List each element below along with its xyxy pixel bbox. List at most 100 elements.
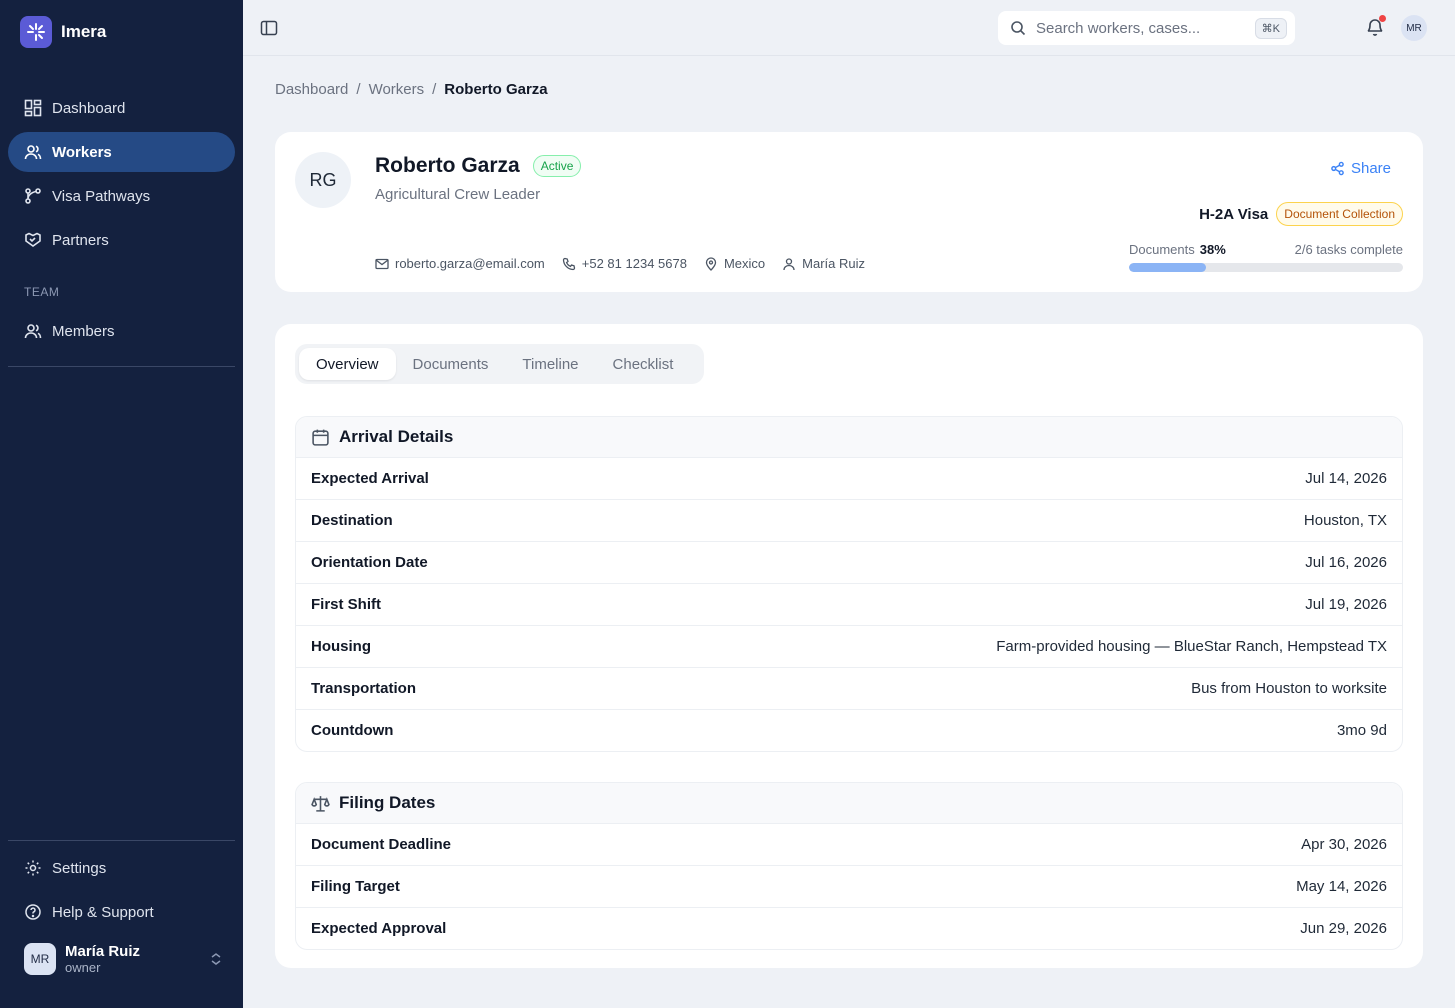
sidebar-item-label: Settings: [52, 859, 107, 877]
breadcrumb-workers[interactable]: Workers: [369, 81, 425, 98]
chevron-up-down-icon: [211, 953, 221, 965]
detail-row: Destination Houston, TX: [296, 499, 1402, 541]
handshake-icon: [25, 232, 41, 247]
phone-icon: [562, 257, 575, 270]
detail-value: Jul 16, 2026: [1305, 554, 1387, 571]
worker-country: Mexico: [723, 256, 766, 271]
detail-value: Jun 29, 2026: [1300, 920, 1387, 937]
worker-email: roberto.garza@email.com: [395, 256, 545, 271]
sidebar-item-label: Help & Support: [52, 903, 154, 921]
arrival-details-section: Arrival Details Expected Arrival Jul 14, …: [295, 416, 1403, 752]
detail-row: Filing Target May 14, 2026: [296, 865, 1402, 907]
owner-item: María Ruiz: [782, 256, 865, 271]
status-badge: Active: [532, 155, 582, 177]
detail-row: Housing Farm-provided housing — BlueStar …: [296, 625, 1402, 667]
sidebar-divider: [8, 366, 235, 367]
share-icon: [1331, 161, 1344, 176]
team-nav: Members: [8, 311, 235, 355]
scale-icon: [311, 795, 330, 812]
detail-value: Apr 30, 2026: [1301, 836, 1387, 853]
user-name: María Ruiz: [65, 943, 141, 960]
imera-logo-icon: [20, 16, 52, 48]
user-menu[interactable]: MR María Ruiz owner: [24, 943, 227, 975]
breadcrumb-dashboard[interactable]: Dashboard: [275, 81, 348, 98]
section-title: Arrival Details: [339, 427, 454, 446]
detail-label: Countdown: [311, 722, 394, 739]
detail-label: Document Deadline: [311, 836, 452, 853]
worker-name: Roberto Garza: [375, 154, 520, 177]
gear-icon: [25, 860, 41, 876]
sidebar-item-label: Members: [52, 322, 115, 340]
help-icon: [25, 904, 41, 920]
detail-row: First Shift Jul 19, 2026: [296, 583, 1402, 625]
worker-role: Agricultural Crew Leader: [375, 186, 541, 203]
detail-label: Orientation Date: [311, 554, 428, 571]
tab-documents[interactable]: Documents: [396, 348, 506, 380]
main-nav: Dashboard Workers Visa Pathways Partners: [8, 88, 235, 264]
sidebar-item-workers[interactable]: Workers: [8, 132, 235, 172]
detail-label: Expected Approval: [311, 920, 447, 937]
sidebar-item-members[interactable]: Members: [8, 311, 235, 351]
breadcrumb-separator: /: [356, 81, 361, 98]
detail-label: First Shift: [311, 596, 381, 613]
visa-type: H-2A Visa: [1199, 205, 1269, 223]
email-item[interactable]: roberto.garza@email.com: [375, 256, 545, 271]
dashboard-icon: [24, 99, 42, 117]
sidebar-item-visa-pathways[interactable]: Visa Pathways: [8, 176, 235, 216]
share-button[interactable]: Share: [1330, 160, 1391, 177]
documents-progress: Documents 38% 2/6 tasks complete: [1129, 242, 1403, 272]
detail-value: Jul 19, 2026: [1305, 596, 1387, 613]
tab-checklist[interactable]: Checklist: [596, 348, 691, 380]
detail-row: Transportation Bus from Houston to worksi…: [296, 667, 1402, 709]
detail-row: Expected Arrival Jul 14, 2026: [296, 457, 1402, 499]
avatar: MR: [24, 943, 56, 975]
sidebar-divider: [8, 840, 235, 841]
detail-value: May 14, 2026: [1296, 878, 1387, 895]
notification-dot: [1379, 15, 1386, 22]
detail-label: Transportation: [311, 680, 417, 697]
tab-overview[interactable]: Overview: [299, 348, 396, 380]
detail-label: Housing: [311, 638, 371, 655]
worker-avatar: RG: [295, 152, 351, 208]
shortcut-hint: ⌘K: [1254, 17, 1287, 39]
phone-item[interactable]: +52 81 1234 5678: [562, 256, 687, 271]
mail-icon: [375, 258, 389, 269]
sidebar-item-settings[interactable]: Settings: [8, 848, 235, 888]
sidebar-toggle-icon[interactable]: [260, 19, 278, 37]
calendar-icon: [312, 429, 329, 446]
sidebar-item-partners[interactable]: Partners: [8, 220, 235, 260]
tab-timeline[interactable]: Timeline: [505, 348, 595, 380]
worker-header-card: RG Roberto Garza Active Agricultural Cre…: [275, 132, 1423, 292]
country-item: Mexico: [704, 256, 765, 271]
documents-label: Documents: [1129, 242, 1195, 257]
worker-detail-card: Overview Documents Timeline Checklist Ar…: [275, 324, 1423, 968]
search-input[interactable]: Search workers, cases... ⌘K: [998, 11, 1295, 45]
user-icon: [783, 257, 795, 270]
avatar[interactable]: MR: [1401, 15, 1427, 41]
detail-label: Destination: [311, 512, 393, 529]
user-role: owner: [65, 960, 101, 975]
case-owner: María Ruiz: [802, 256, 865, 271]
contact-info: roberto.garza@email.com +52 81 1234 5678…: [375, 256, 865, 271]
brand[interactable]: Imera: [20, 16, 106, 48]
sidebar-item-dashboard[interactable]: Dashboard: [8, 88, 235, 128]
topbar: Search workers, cases... ⌘K MR: [243, 0, 1455, 56]
detail-value: Jul 14, 2026: [1305, 470, 1387, 487]
sidebar-item-label: Workers: [52, 143, 112, 161]
detail-row: Expected Approval Jun 29, 2026: [296, 907, 1402, 949]
users-icon: [24, 324, 42, 339]
app-name: Imera: [61, 22, 107, 41]
sidebar-item-help[interactable]: Help & Support: [8, 892, 235, 932]
documents-percent: 38%: [1199, 242, 1226, 257]
notifications-button[interactable]: [1365, 15, 1386, 37]
team-section-label: TEAM: [24, 285, 60, 299]
progress-bar-fill: [1129, 263, 1206, 272]
users-icon: [24, 145, 42, 160]
section-title: Filing Dates: [339, 793, 436, 812]
tab-bar: Overview Documents Timeline Checklist: [295, 344, 704, 384]
breadcrumb-current: Roberto Garza: [444, 81, 548, 98]
search-placeholder: Search workers, cases...: [1036, 19, 1201, 37]
location-pin-icon: [705, 256, 717, 271]
filing-dates-section: Filing Dates Document Deadline Apr 30, 20…: [295, 782, 1403, 950]
route-icon: [25, 188, 41, 204]
